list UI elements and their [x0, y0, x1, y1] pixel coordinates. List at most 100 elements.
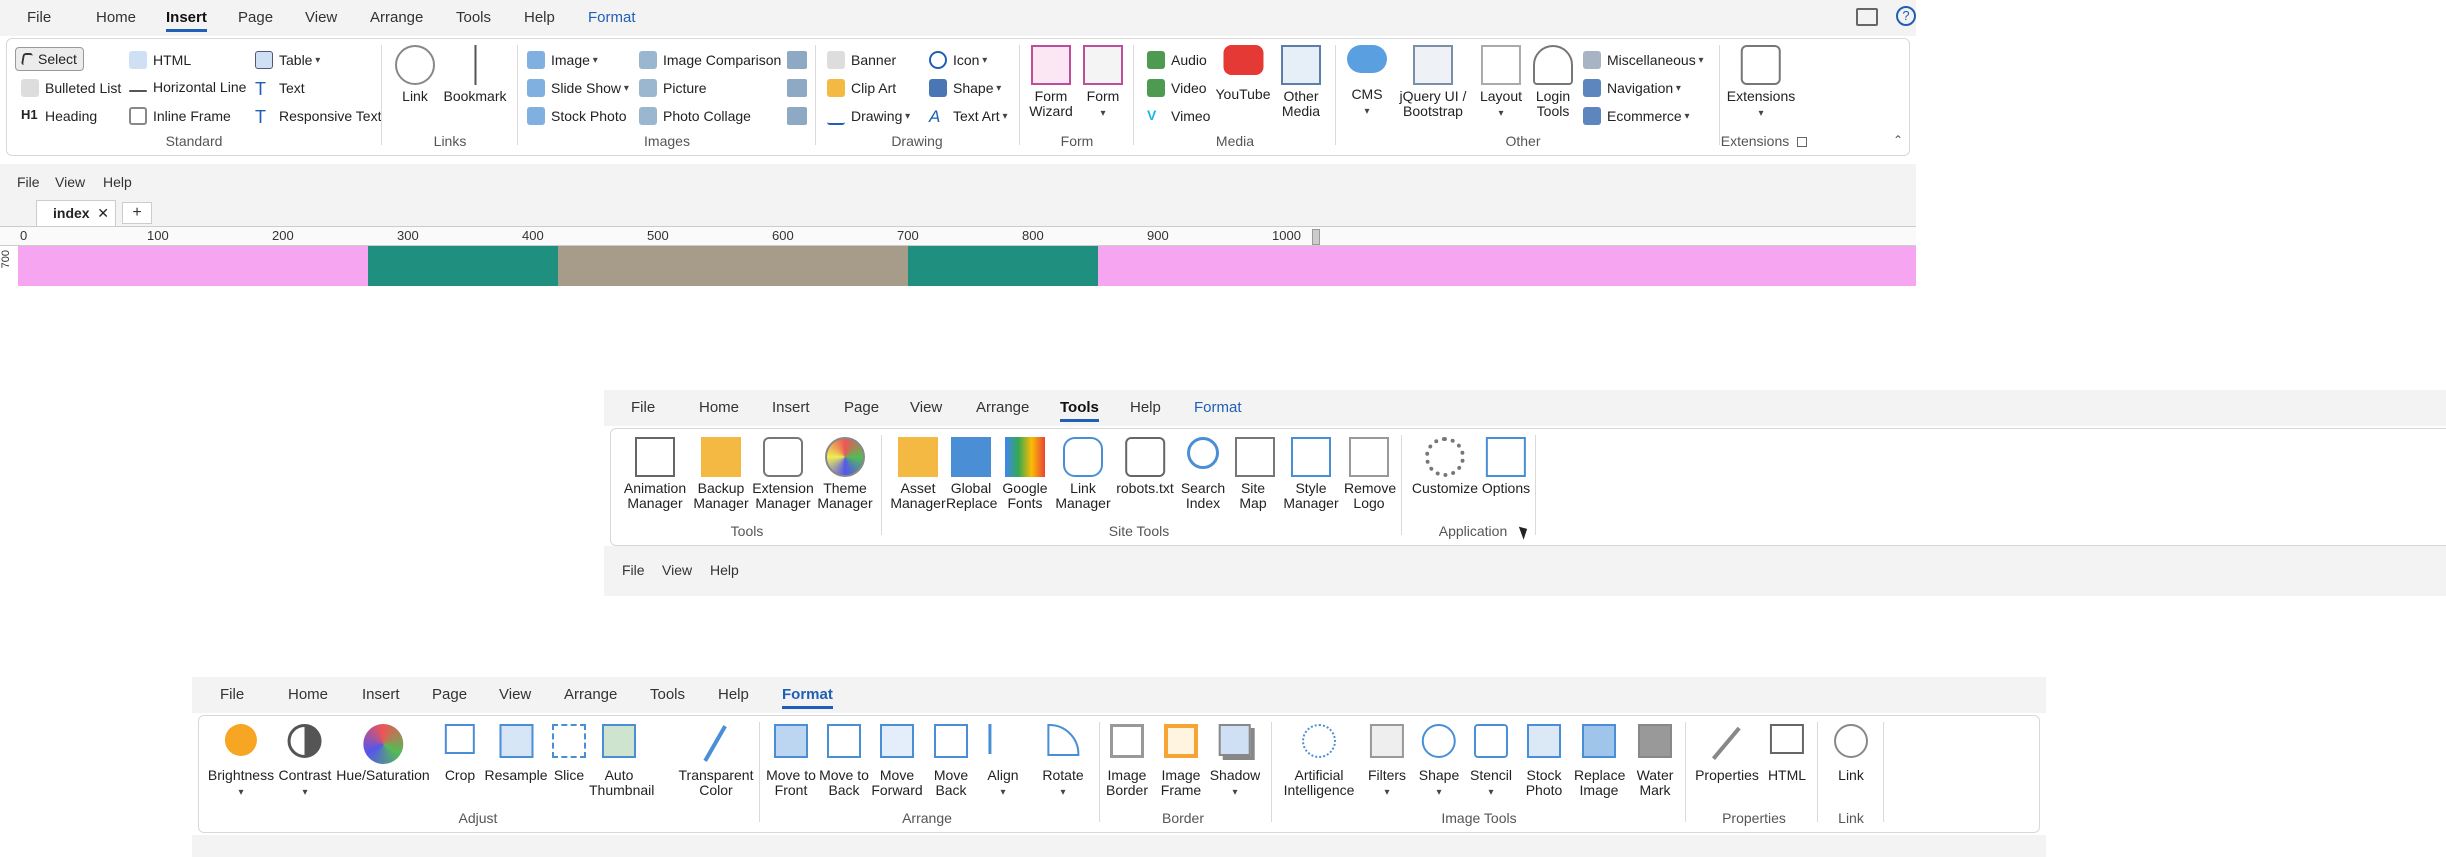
robots-button[interactable]: robots.txt	[1116, 437, 1174, 496]
tab-file[interactable]: File	[220, 686, 244, 703]
style-manager-button[interactable]: Style Manager	[1281, 437, 1341, 511]
cms-button[interactable]: CMS ▾	[1347, 45, 1387, 119]
properties-button[interactable]: Properties	[1695, 724, 1759, 783]
audio-button[interactable]: Audio	[1147, 51, 1207, 69]
tab-format[interactable]: Format	[1194, 399, 1242, 416]
navigation-button[interactable]: Navigation ▾	[1583, 79, 1681, 97]
theme-manager-button[interactable]: Theme Manager	[815, 437, 875, 511]
form-wizard-button[interactable]: Form Wizard	[1026, 45, 1076, 119]
filters-button[interactable]: Filters ▾	[1368, 724, 1406, 800]
tab-help[interactable]: Help	[1130, 399, 1161, 416]
text-art-button[interactable]: A Text Art ▾	[929, 107, 1008, 126]
slice-button[interactable]: Slice	[552, 724, 586, 783]
image-border-button[interactable]: Image Border	[1101, 724, 1153, 798]
help-icon[interactable]: ?	[1896, 6, 1916, 26]
jquery-bootstrap-button[interactable]: jQuery UI / Bootstrap	[1395, 45, 1471, 119]
image-frame-button[interactable]: Image Frame	[1158, 724, 1204, 798]
inline-frame-button[interactable]: Inline Frame	[129, 107, 231, 125]
vimeo-button[interactable]: V Vimeo	[1147, 107, 1210, 125]
other-media-button[interactable]: Other Media	[1276, 45, 1326, 119]
stock-photo-button[interactable]: Stock Photo	[527, 107, 627, 125]
google-fonts-button[interactable]: Google Fonts	[1001, 437, 1049, 511]
collapse-ribbon-icon[interactable]: ⌃	[1893, 133, 1903, 147]
tab-arrange[interactable]: Arrange	[370, 9, 423, 26]
banner-button[interactable]: Banner	[827, 51, 896, 69]
ecommerce-button[interactable]: Ecommerce ▾	[1583, 107, 1690, 125]
tab-view[interactable]: View	[499, 686, 531, 703]
crop-button[interactable]: Crop	[445, 724, 475, 783]
stencil-button[interactable]: Stencil ▾	[1470, 724, 1512, 800]
tab-help[interactable]: Help	[718, 686, 749, 703]
tab-page[interactable]: Page	[844, 399, 879, 416]
form-button[interactable]: Form ▾	[1083, 45, 1123, 121]
heading-button[interactable]: H1 Heading	[21, 107, 97, 125]
tab-tools[interactable]: Tools	[1060, 399, 1099, 422]
tab-format[interactable]: Format	[782, 686, 833, 709]
contrast-button[interactable]: Contrast ▾	[279, 724, 331, 800]
tab-format[interactable]: Format	[588, 9, 636, 26]
replace-image-button[interactable]: Replace Image	[1574, 724, 1625, 798]
miscellaneous-button[interactable]: Miscellaneous ▾	[1583, 51, 1704, 69]
global-replace-button[interactable]: Global Replace	[946, 437, 997, 511]
table-button[interactable]: Table ▾	[255, 51, 320, 69]
drawing-button[interactable]: Drawing ▾	[827, 107, 910, 125]
tab-arrange[interactable]: Arrange	[564, 686, 617, 703]
menu-help[interactable]: Help	[710, 562, 739, 578]
tab-tools[interactable]: Tools	[456, 9, 491, 26]
move-back-button[interactable]: Move Back	[931, 724, 971, 798]
tab-insert[interactable]: Insert	[772, 399, 810, 416]
responsive-text-button[interactable]: T Responsive Text	[255, 107, 381, 127]
image-extra-icon[interactable]	[787, 79, 807, 97]
shape-button[interactable]: Shape ▾	[1419, 724, 1459, 800]
tab-help[interactable]: Help	[524, 9, 555, 26]
menu-view[interactable]: View	[55, 174, 85, 190]
bulleted-list-button[interactable]: Bulleted List	[21, 79, 121, 97]
icon-button[interactable]: Icon ▾	[929, 51, 987, 69]
align-button[interactable]: Align ▾	[987, 724, 1019, 800]
link-manager-button[interactable]: Link Manager	[1053, 437, 1113, 511]
asset-manager-button[interactable]: Asset Manager	[890, 437, 946, 511]
select-button[interactable]: Select	[15, 47, 84, 71]
move-forward-button[interactable]: Move Forward	[869, 724, 925, 798]
photo-collage-button[interactable]: Photo Collage	[639, 107, 751, 125]
transparent-color-button[interactable]: Transparent Color	[676, 724, 756, 798]
tab-arrange[interactable]: Arrange	[976, 399, 1029, 416]
video-button[interactable]: Video	[1147, 79, 1207, 97]
menu-file[interactable]: File	[17, 174, 40, 190]
ruler-handle[interactable]	[1312, 229, 1320, 245]
search-index-button[interactable]: Search Index	[1179, 437, 1227, 511]
html-button[interactable]: HTML	[1768, 724, 1806, 783]
water-mark-button[interactable]: Water Mark	[1635, 724, 1675, 798]
brightness-button[interactable]: Brightness ▾	[208, 724, 274, 800]
new-tab-button[interactable]: +	[122, 202, 152, 224]
horizontal-line-button[interactable]: Horizontal Line	[129, 79, 246, 95]
doc-tab-index[interactable]: index ✕	[36, 200, 116, 226]
backup-manager-button[interactable]: Backup Manager	[691, 437, 751, 511]
layout-button[interactable]: Layout ▾	[1480, 45, 1522, 121]
menu-view[interactable]: View	[662, 562, 692, 578]
extensions-button[interactable]: Extensions ▾	[1727, 45, 1795, 121]
dialog-launcher-icon[interactable]	[1797, 137, 1807, 147]
youtube-button[interactable]: YouTube	[1215, 45, 1271, 102]
remove-logo-button[interactable]: Remove Logo	[1344, 437, 1396, 511]
image-extra-icon[interactable]	[787, 107, 807, 125]
tab-view[interactable]: View	[305, 9, 337, 26]
text-button[interactable]: T Text	[255, 79, 305, 99]
tab-home[interactable]: Home	[699, 399, 739, 416]
auto-thumbnail-button[interactable]: Auto Thumbnail	[589, 724, 654, 798]
clip-art-button[interactable]: Clip Art	[827, 79, 896, 97]
bookmark-button[interactable]: Bookmark	[443, 45, 507, 104]
shadow-button[interactable]: Shadow ▾	[1210, 724, 1260, 800]
login-tools-button[interactable]: Login Tools	[1533, 45, 1573, 119]
menu-file[interactable]: File	[622, 562, 645, 578]
image-button[interactable]: Image ▾	[527, 51, 598, 69]
hue-saturation-button[interactable]: Hue/Saturation	[336, 724, 430, 783]
device-icon[interactable]	[1856, 8, 1878, 26]
image-comparison-button[interactable]: Image Comparison	[639, 51, 781, 69]
tab-insert[interactable]: Insert	[362, 686, 400, 703]
tab-file[interactable]: File	[27, 9, 51, 26]
slide-show-button[interactable]: Slide Show ▾	[527, 79, 629, 97]
tab-page[interactable]: Page	[238, 9, 273, 26]
options-button[interactable]: Options	[1482, 437, 1530, 496]
move-to-front-button[interactable]: Move to Front	[766, 724, 816, 798]
